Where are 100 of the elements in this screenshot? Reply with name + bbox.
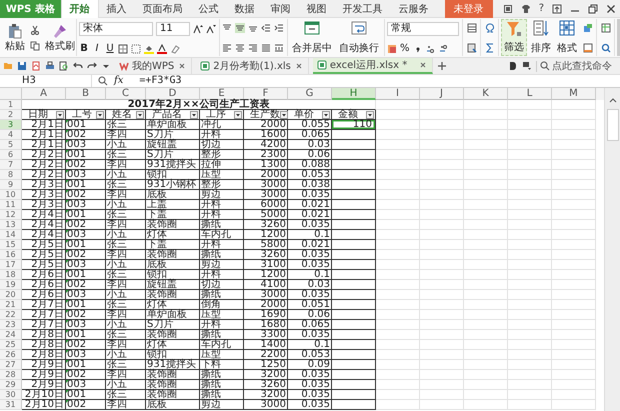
restore-icon[interactable] bbox=[588, 4, 598, 14]
empty-cell[interactable] bbox=[552, 150, 596, 160]
table-cell[interactable]: 李四 bbox=[106, 340, 146, 350]
table-cell[interactable]: 李四 bbox=[106, 280, 146, 290]
empty-cell[interactable] bbox=[464, 360, 508, 370]
table-cell[interactable] bbox=[332, 240, 376, 250]
empty-cell[interactable] bbox=[420, 210, 464, 220]
empty-cell[interactable] bbox=[420, 280, 464, 290]
table-cell[interactable] bbox=[332, 400, 376, 410]
table-cell[interactable]: 2月1日 bbox=[22, 120, 66, 130]
row-header[interactable]: 22 bbox=[0, 310, 22, 320]
table-cell[interactable]: 装饰圈 bbox=[146, 250, 200, 260]
empty-cell[interactable] bbox=[376, 210, 420, 220]
table-cell[interactable]: 931搅拌头 bbox=[146, 160, 200, 170]
empty-cell[interactable] bbox=[376, 140, 420, 150]
underline-button[interactable]: U bbox=[105, 44, 115, 54]
clipboard-icon[interactable] bbox=[7, 22, 23, 38]
table-cell[interactable]: 2月2日 bbox=[22, 150, 66, 160]
empty-cell[interactable] bbox=[464, 290, 508, 300]
table-cell[interactable] bbox=[332, 380, 376, 390]
table-cell[interactable]: 底板 bbox=[146, 400, 200, 410]
empty-cell[interactable] bbox=[376, 150, 420, 160]
paintbrush-icon[interactable] bbox=[52, 22, 68, 38]
empty-cell[interactable] bbox=[552, 350, 596, 360]
table-cell[interactable]: 2月3日 bbox=[22, 180, 66, 190]
table-cell[interactable]: S刀片 bbox=[146, 150, 200, 160]
table-cell[interactable]: 2月6日 bbox=[22, 270, 66, 280]
wrap-text-icon[interactable] bbox=[351, 20, 367, 36]
table-cell[interactable] bbox=[332, 270, 376, 280]
empty-cell[interactable] bbox=[376, 260, 420, 270]
table-cell[interactable]: 装饰圈 bbox=[146, 290, 200, 300]
empty-cell[interactable] bbox=[376, 320, 420, 330]
empty-cell[interactable] bbox=[376, 190, 420, 200]
table-cell[interactable]: 单炉面板 bbox=[146, 120, 200, 130]
table-cell[interactable]: 931搅拌头 bbox=[146, 360, 200, 370]
table-cell[interactable]: 1600 bbox=[244, 130, 288, 140]
freeze-panes-icon[interactable] bbox=[601, 22, 611, 32]
table-cell[interactable]: 001 bbox=[66, 120, 106, 130]
empty-cell[interactable] bbox=[552, 270, 596, 280]
table-cell[interactable]: 931小钢杯 bbox=[146, 180, 200, 190]
table-style-icon[interactable] bbox=[467, 22, 477, 32]
empty-cell[interactable] bbox=[420, 170, 464, 180]
align-middle-icon[interactable] bbox=[235, 22, 245, 32]
sort-button[interactable]: 排序 bbox=[531, 43, 551, 55]
empty-cell[interactable] bbox=[376, 170, 420, 180]
table-cell[interactable]: 2月5日 bbox=[22, 260, 66, 270]
empty-cell[interactable] bbox=[464, 370, 508, 380]
empty-cell[interactable] bbox=[420, 400, 464, 410]
empty-cell[interactable] bbox=[376, 110, 420, 120]
table-cell[interactable]: 2月4日 bbox=[22, 230, 66, 240]
table-cell[interactable]: 张三 bbox=[106, 330, 146, 340]
ribbon-tab[interactable]: 视图 bbox=[298, 0, 335, 18]
table-cell[interactable]: 2月4日 bbox=[22, 210, 66, 220]
filter-dropdown-icon[interactable] bbox=[322, 110, 330, 118]
empty-cell[interactable] bbox=[464, 320, 508, 330]
table-cell[interactable]: 李四 bbox=[106, 370, 146, 380]
empty-cell[interactable] bbox=[552, 280, 596, 290]
column-header[interactable]: B bbox=[66, 88, 106, 100]
empty-cell[interactable] bbox=[420, 340, 464, 350]
table-cell[interactable]: 撕纸 bbox=[200, 250, 244, 260]
row-header[interactable]: 19 bbox=[0, 280, 22, 290]
table-cell[interactable]: 整形 bbox=[200, 180, 244, 190]
table-cell[interactable]: 002 bbox=[66, 160, 106, 170]
table-cell[interactable]: 1200 bbox=[244, 270, 288, 280]
row-header[interactable]: 3 bbox=[0, 120, 22, 130]
table-cell[interactable]: 4100 bbox=[244, 280, 288, 290]
app-menu-button[interactable]: WPS 表格 bbox=[0, 0, 61, 18]
align-center-icon[interactable] bbox=[235, 42, 245, 52]
insert-function-button[interactable]: fx bbox=[114, 76, 124, 86]
row-header[interactable]: 8 bbox=[0, 170, 22, 180]
empty-cell[interactable] bbox=[464, 120, 508, 130]
empty-cell[interactable] bbox=[508, 270, 552, 280]
row-header[interactable]: 11 bbox=[0, 200, 22, 210]
align-top-icon[interactable] bbox=[222, 22, 232, 32]
empty-cell[interactable] bbox=[464, 350, 508, 360]
empty-cell[interactable] bbox=[552, 260, 596, 270]
table-cell[interactable]: 3100 bbox=[244, 260, 288, 270]
empty-cell[interactable] bbox=[552, 140, 596, 150]
empty-cell[interactable] bbox=[464, 170, 508, 180]
empty-cell[interactable] bbox=[508, 260, 552, 270]
empty-cell[interactable] bbox=[420, 200, 464, 210]
plus-icon[interactable] bbox=[436, 61, 447, 71]
empty-cell[interactable] bbox=[464, 280, 508, 290]
empty-cell[interactable] bbox=[508, 170, 552, 180]
table-cell[interactable]: 0.035 bbox=[288, 400, 332, 410]
table-cell[interactable]: 小五 bbox=[106, 170, 146, 180]
table-cell[interactable] bbox=[332, 310, 376, 320]
borders-icon[interactable] bbox=[118, 44, 128, 54]
table-cell[interactable]: 2月7日 bbox=[22, 310, 66, 320]
table-cell[interactable]: 0.09 bbox=[288, 360, 332, 370]
table-cell[interactable] bbox=[332, 300, 376, 310]
empty-cell[interactable] bbox=[420, 120, 464, 130]
table-cell[interactable]: 0.021 bbox=[288, 240, 332, 250]
table-cell[interactable]: 0.035 bbox=[288, 220, 332, 230]
table-cell[interactable]: 张三 bbox=[106, 360, 146, 370]
table-cell[interactable]: 张三 bbox=[106, 120, 146, 130]
empty-cell[interactable] bbox=[464, 270, 508, 280]
empty-cell[interactable] bbox=[464, 200, 508, 210]
font-color-icon[interactable] bbox=[157, 44, 167, 54]
row-header[interactable]: 28 bbox=[0, 370, 22, 380]
